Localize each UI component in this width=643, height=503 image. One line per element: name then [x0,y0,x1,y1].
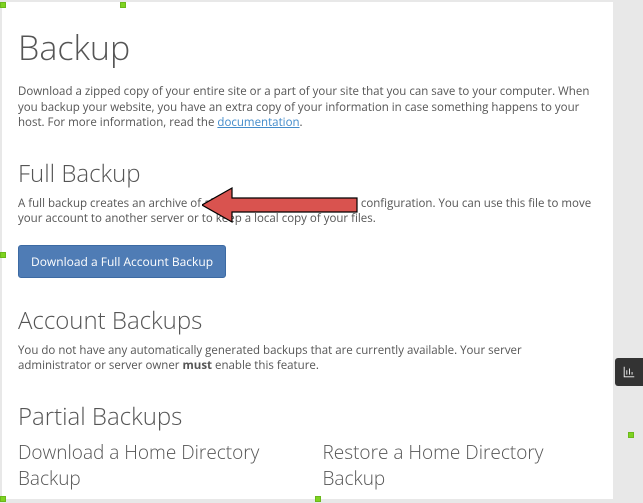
selection-handle [0,2,6,8]
stats-float-button[interactable] [615,358,643,386]
account-backups-title: Account Backups [18,304,597,337]
full-backup-title: Full Backup [18,157,597,190]
restore-home-title: Restore a Home Directory Backup [323,439,598,491]
partial-backups-title: Partial Backups [18,400,597,433]
partial-columns: Download a Home Directory Backup Home Di… [18,439,597,499]
account-text-strong: must [182,358,212,373]
intro-text: Download a zipped copy of your entire si… [18,84,597,131]
chart-icon [622,365,636,379]
selection-handle [0,496,6,502]
selection-handle [120,2,126,8]
selection-handle [0,252,6,258]
account-text-post: enable this feature. [212,358,319,373]
download-full-backup-button[interactable]: Download a Full Account Backup [18,245,226,278]
full-backup-text: A full backup creates an archive of all … [18,196,597,227]
intro-post: . [300,115,303,130]
page-title: Backup [18,24,597,70]
account-backups-text: You do not have any automatically genera… [18,343,597,374]
download-home-title: Download a Home Directory Backup [18,439,293,491]
documentation-link[interactable]: documentation [217,115,299,130]
backup-panel: Backup Download a zipped copy of your en… [2,2,613,499]
selection-handle [628,432,634,438]
intro-pre: Download a zipped copy of your entire si… [18,84,589,130]
col-download-home: Download a Home Directory Backup Home Di… [18,439,293,499]
selection-handle [315,496,321,502]
col-restore-home: Restore a Home Directory Backup Choose f… [323,439,598,499]
